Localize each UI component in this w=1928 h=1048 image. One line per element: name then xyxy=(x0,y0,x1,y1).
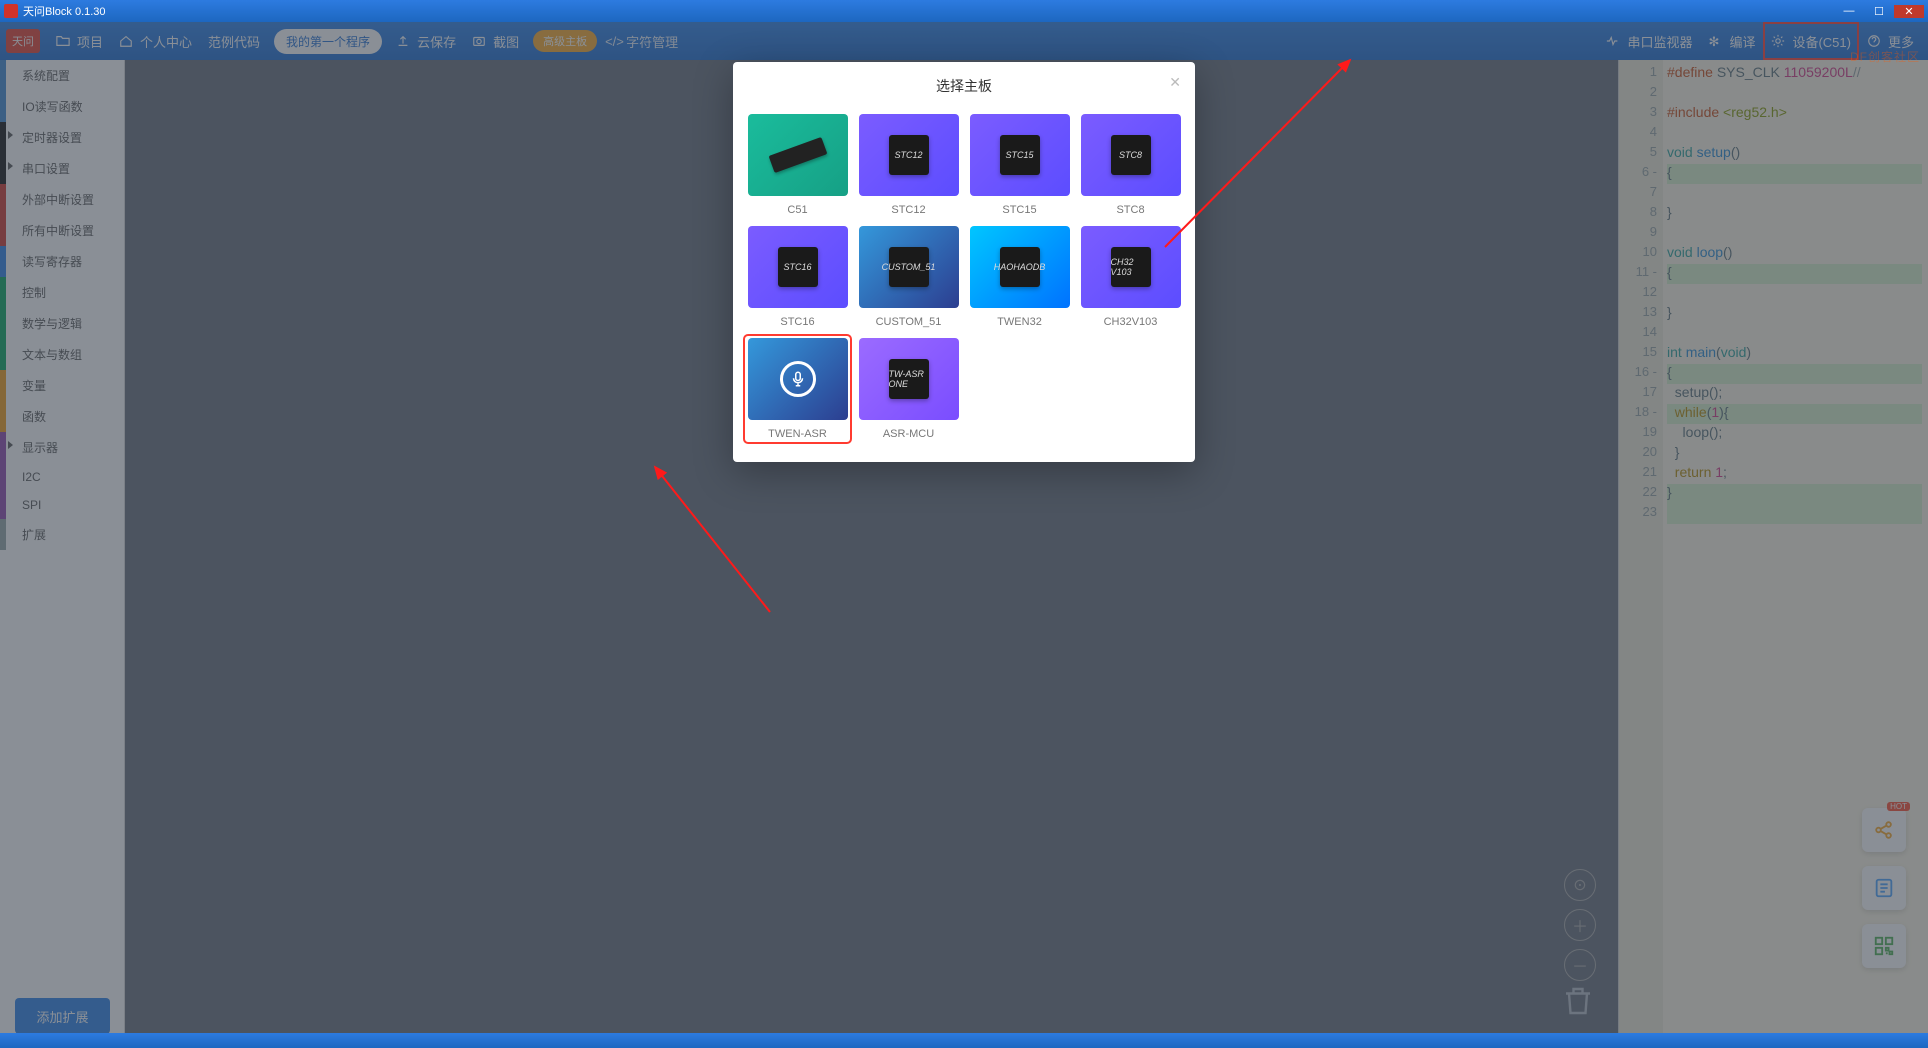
board-label: STC15 xyxy=(1002,204,1036,216)
window-titlebar: 天问Block 0.1.30 — ☐ ✕ xyxy=(0,0,1928,22)
board-custom51[interactable]: CUSTOM_51CUSTOM_51 xyxy=(858,226,959,328)
taskbar[interactable] xyxy=(0,1033,1928,1048)
board-stc15[interactable]: STC15STC15 xyxy=(969,114,1070,216)
board-label: STC12 xyxy=(891,204,925,216)
board-label: C51 xyxy=(787,204,807,216)
modal-close-button[interactable]: ✕ xyxy=(1169,74,1181,91)
board-stc12[interactable]: STC12STC12 xyxy=(858,114,959,216)
window-title: 天问Block 0.1.30 xyxy=(23,3,106,19)
close-window-button[interactable]: ✕ xyxy=(1894,5,1924,18)
board-ch32[interactable]: CH32 V103CH32V103 xyxy=(1080,226,1181,328)
board-label: STC8 xyxy=(1116,204,1144,216)
board-label: CH32V103 xyxy=(1104,316,1158,328)
board-twen32[interactable]: HAOHAODBTWEN32 xyxy=(969,226,1070,328)
board-label: CUSTOM_51 xyxy=(876,316,942,328)
board-twenasr[interactable]: TWEN-ASR xyxy=(745,336,850,442)
select-board-modal: 选择主板 ✕ C51STC12STC12STC15STC15STC8STC8ST… xyxy=(733,62,1195,462)
modal-overlay[interactable]: 选择主板 ✕ C51STC12STC12STC15STC15STC8STC8ST… xyxy=(0,22,1928,1048)
minimize-button[interactable]: — xyxy=(1834,5,1864,17)
modal-title: 选择主板 xyxy=(936,78,992,94)
board-asrmcu[interactable]: TW-ASR ONEASR-MCU xyxy=(858,338,959,440)
maximize-button[interactable]: ☐ xyxy=(1864,5,1894,18)
board-label: STC16 xyxy=(780,316,814,328)
board-stc8[interactable]: STC8STC8 xyxy=(1080,114,1181,216)
board-stc16[interactable]: STC16STC16 xyxy=(747,226,848,328)
board-label: TWEN32 xyxy=(997,316,1042,328)
board-label: TWEN-ASR xyxy=(768,428,827,440)
board-label: ASR-MCU xyxy=(883,428,934,440)
board-c51[interactable]: C51 xyxy=(747,114,848,216)
app-icon xyxy=(4,4,18,18)
